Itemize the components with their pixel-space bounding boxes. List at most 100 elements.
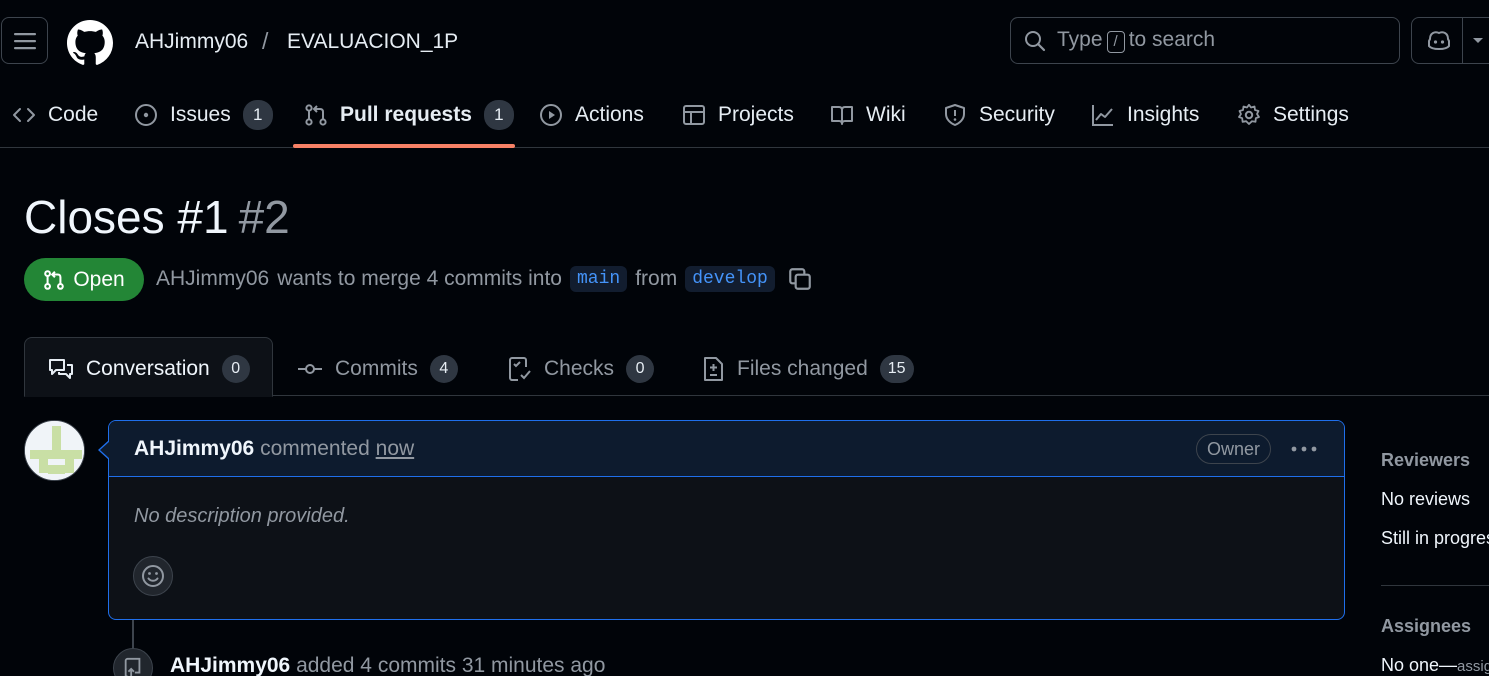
triangle-down-icon[interactable] xyxy=(1472,37,1484,45)
base-branch[interactable]: main xyxy=(569,266,628,292)
search-placeholder-prefix: Type xyxy=(1057,28,1103,51)
add-reaction-button[interactable] xyxy=(133,556,173,596)
search-icon xyxy=(1025,30,1046,51)
search-placeholder-suffix: to search xyxy=(1128,28,1216,51)
tab-security[interactable]: Security xyxy=(943,95,1055,135)
comment-discussion-icon xyxy=(49,359,73,379)
hamburger-icon xyxy=(13,32,36,49)
tab-wiki-label: Wiki xyxy=(866,103,906,126)
comment-meta: AHJimmy06 commented now xyxy=(134,437,414,461)
issue-opened-icon xyxy=(135,104,157,126)
copy-icon[interactable] xyxy=(787,266,813,292)
kebab-horizontal-icon[interactable] xyxy=(1289,439,1319,459)
pr-author-link[interactable]: AHJimmy06 xyxy=(156,267,269,291)
page-title: Closes #1 #2 xyxy=(24,190,290,244)
tab-insights-label: Insights xyxy=(1127,103,1200,126)
assign-yourself-link[interactable]: assign yourself xyxy=(1457,658,1489,675)
checklist-icon xyxy=(509,357,531,381)
tab-files-changed-label: Files changed xyxy=(737,357,868,380)
tab-files-changed[interactable]: Files changed 15 xyxy=(701,352,914,386)
tab-wiki[interactable]: Wiki xyxy=(830,95,906,135)
timeline-event: AHJimmy06 added 4 commits 31 minutes ago xyxy=(170,654,605,676)
tab-code[interactable]: Code xyxy=(12,95,98,135)
tab-commits[interactable]: Commits 4 xyxy=(297,352,458,386)
merge-text: wants to merge 4 commits into xyxy=(277,267,562,290)
shield-icon xyxy=(945,104,965,126)
assignees-heading[interactable]: Assignees xyxy=(1381,616,1471,637)
comment-header: AHJimmy06 commented now Owner xyxy=(109,421,1344,477)
table-icon xyxy=(683,105,705,125)
code-icon xyxy=(13,108,35,122)
status-label: Open xyxy=(73,267,125,291)
conversation-counter: 0 xyxy=(221,355,250,383)
tab-actions[interactable]: Actions xyxy=(539,95,644,135)
head-branch[interactable]: develop xyxy=(685,266,775,292)
tab-settings[interactable]: Settings xyxy=(1237,95,1349,135)
commits-counter: 4 xyxy=(429,355,458,383)
from-text: from xyxy=(635,267,678,290)
git-pull-request-icon xyxy=(305,104,327,126)
comment-pointer-fill xyxy=(100,441,110,459)
tab-actions-label: Actions xyxy=(575,103,644,126)
tab-settings-label: Settings xyxy=(1273,103,1349,126)
tab-code-label: Code xyxy=(48,103,99,126)
smiley-icon xyxy=(142,565,164,587)
checks-counter: 0 xyxy=(626,355,655,383)
tab-issues[interactable]: Issues 1 xyxy=(134,95,273,135)
timeline-event-text: added 4 commits 31 minutes ago xyxy=(296,654,606,676)
tab-checks-label: Checks xyxy=(544,357,615,380)
pr-title-text: Closes #1 xyxy=(24,191,229,243)
tab-issues-label: Issues xyxy=(170,103,231,126)
owner-badge: Owner xyxy=(1196,434,1272,464)
comment-author[interactable]: AHJimmy06 xyxy=(134,437,254,460)
tab-insights[interactable]: Insights xyxy=(1091,95,1199,135)
repo-push-icon xyxy=(124,657,141,676)
identicon-icon xyxy=(25,421,84,480)
graph-icon xyxy=(1092,105,1113,126)
pr-meta: AHJimmy06 wants to merge 4 commits into … xyxy=(156,266,813,292)
git-pull-request-icon xyxy=(44,269,65,290)
comment-body: No description provided. xyxy=(134,505,350,527)
copilot-icon xyxy=(1428,31,1450,50)
tab-pull-requests[interactable]: Pull requests 1 xyxy=(304,95,514,135)
assignees-none: No one— xyxy=(1381,655,1458,675)
pr-number: #2 xyxy=(238,191,290,243)
menu-button[interactable] xyxy=(1,17,48,64)
sidebar-divider xyxy=(1381,585,1489,586)
timeline-author[interactable]: AHJimmy06 xyxy=(170,654,290,676)
breadcrumb-separator: / xyxy=(262,28,269,54)
tab-conversation[interactable]: Conversation 0 xyxy=(48,352,250,386)
tab-conversation-label: Conversation xyxy=(86,357,210,380)
comment-time[interactable]: now xyxy=(376,437,415,460)
tab-commits-label: Commits xyxy=(335,357,418,380)
comment-verb: commented xyxy=(260,437,370,460)
tab-security-label: Security xyxy=(979,103,1055,126)
file-diff-icon xyxy=(704,357,723,381)
comment-box: AHJimmy06 commented now Owner No descrip… xyxy=(108,420,1345,620)
pull-requests-counter: 1 xyxy=(483,100,514,130)
reviewers-status: Still in progress? xyxy=(1381,528,1489,548)
play-icon xyxy=(540,104,562,126)
avatar[interactable] xyxy=(24,420,85,481)
book-icon xyxy=(831,106,853,125)
active-tab-indicator xyxy=(293,144,515,148)
files-changed-counter: 15 xyxy=(879,355,914,383)
copilot-button[interactable] xyxy=(1411,17,1489,64)
gear-icon xyxy=(1238,103,1260,125)
breadcrumb-owner[interactable]: AHJimmy06 xyxy=(135,30,248,54)
tab-projects[interactable]: Projects xyxy=(682,95,794,135)
status-badge: Open xyxy=(24,258,144,301)
tab-projects-label: Projects xyxy=(718,103,794,126)
assignees-value: No one—assign yourself xyxy=(1381,655,1489,676)
timeline-badge xyxy=(113,648,153,676)
github-logo-icon[interactable] xyxy=(67,20,113,66)
reviewers-heading[interactable]: Reviewers xyxy=(1381,450,1470,471)
search-input[interactable]: Type / to search xyxy=(1010,17,1400,64)
tab-checks[interactable]: Checks 0 xyxy=(508,352,655,386)
copilot-divider xyxy=(1462,18,1463,63)
tab-pull-requests-label: Pull requests xyxy=(340,103,472,126)
issues-counter: 1 xyxy=(242,100,273,130)
search-shortcut-key: / xyxy=(1106,31,1125,53)
breadcrumb-repo[interactable]: EVALUACION_1P xyxy=(287,30,458,54)
reviewers-value: No reviews xyxy=(1381,489,1471,509)
